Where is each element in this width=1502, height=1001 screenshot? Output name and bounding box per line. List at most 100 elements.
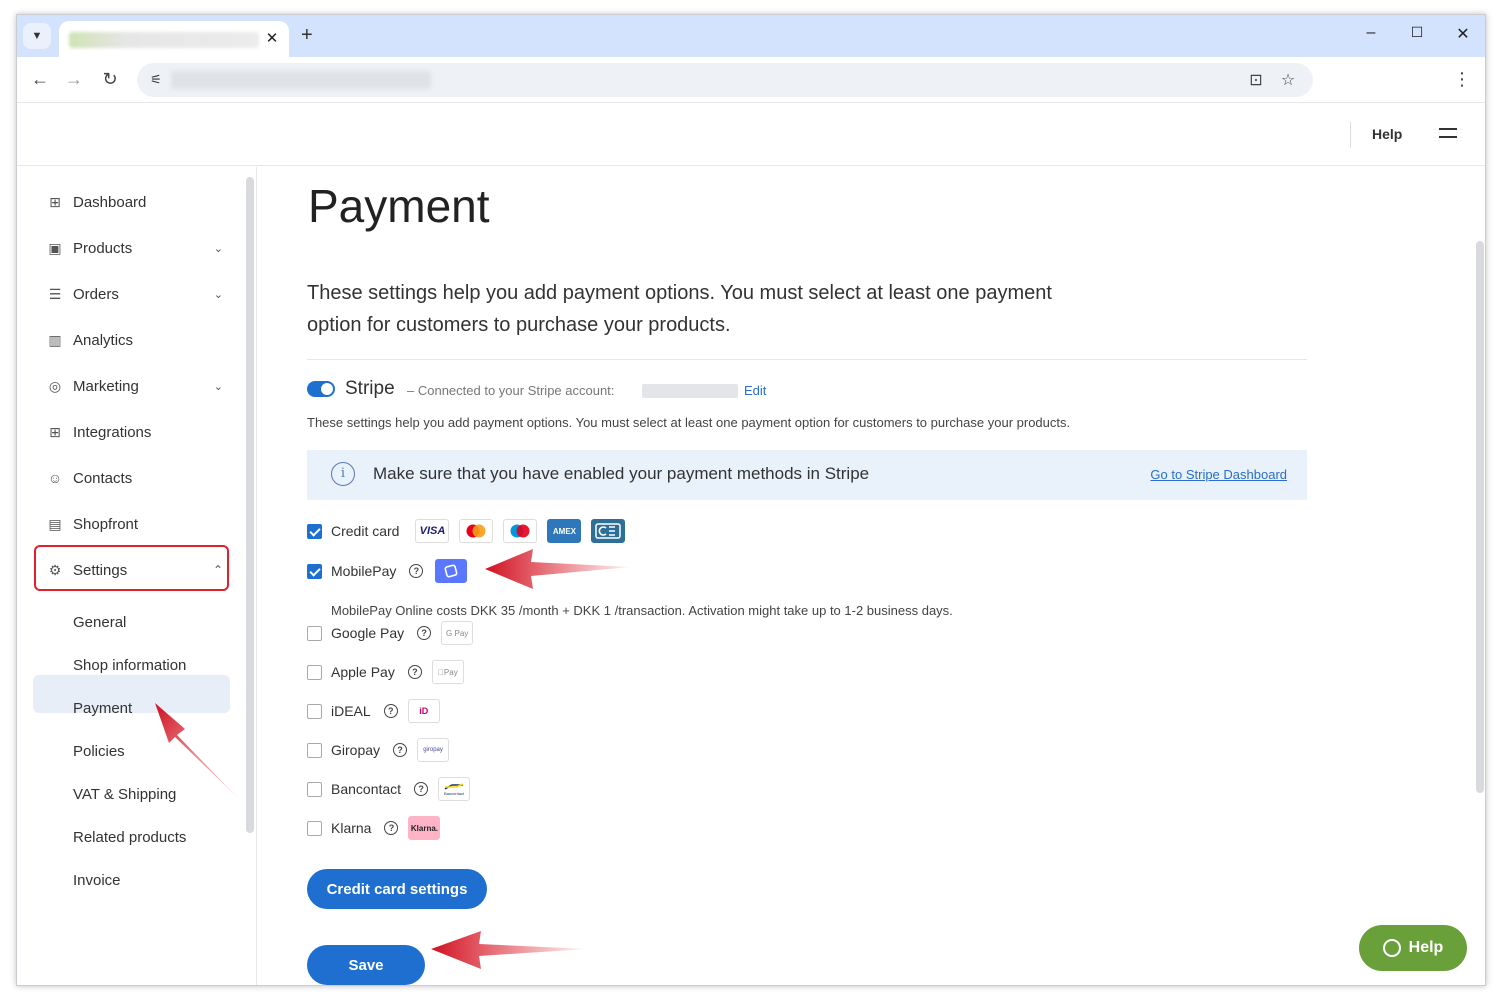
- help-question-icon[interactable]: ?: [417, 626, 432, 640]
- help-question-icon[interactable]: ?: [407, 665, 422, 679]
- close-window-button[interactable]: ✕: [1453, 24, 1473, 44]
- site-settings-icon[interactable]: ⚟: [145, 70, 167, 90]
- sidebar-item-products[interactable]: ▣ Products ⌄: [47, 229, 223, 267]
- apple-pay-checkbox[interactable]: [307, 664, 322, 680]
- chevron-down-icon[interactable]: ⌄: [214, 288, 223, 301]
- floating-help-button[interactable]: Help: [1359, 925, 1467, 971]
- credit-card-checkbox[interactable]: [307, 523, 322, 539]
- reload-icon[interactable]: ↻: [99, 69, 121, 90]
- payment-method-apple-pay: Apple Pay ? Pay: [307, 660, 464, 684]
- products-icon: ▣: [48, 239, 62, 256]
- browser-tab[interactable]: ✕: [59, 21, 289, 57]
- sidebar-item-shopfront[interactable]: ▤ Shopfront: [47, 505, 217, 543]
- stripe-connected-text: – Connected to your Stripe account:: [407, 383, 615, 398]
- mobilepay-note: MobilePay Online costs DKK 35 /month + D…: [331, 603, 953, 618]
- payment-method-label: MobilePay: [331, 563, 397, 579]
- tab-title-redacted: [69, 32, 259, 48]
- minimize-button[interactable]: –: [1361, 24, 1381, 42]
- sidebar-item-integrations[interactable]: ⊞ Integrations: [47, 413, 217, 451]
- help-question-icon[interactable]: ?: [384, 821, 399, 835]
- address-bar[interactable]: ⚟ ⊡ ☆: [137, 63, 1313, 97]
- help-question-icon[interactable]: ?: [409, 564, 424, 578]
- mastercard-logo-icon: [459, 519, 494, 543]
- credit-card-settings-button[interactable]: Credit card settings: [307, 869, 487, 909]
- chevron-down-icon[interactable]: ⌄: [214, 242, 223, 255]
- payment-method-giropay: Giropay ? giropay: [307, 738, 450, 762]
- ideal-logo-icon: iD: [407, 699, 440, 723]
- header-help-link[interactable]: Help: [1372, 126, 1402, 142]
- sidebar-scrollbar[interactable]: [246, 177, 254, 833]
- sidebar-sub-general[interactable]: General: [73, 614, 126, 631]
- sidebar-item-label: Orders: [73, 285, 119, 303]
- maestro-logo-icon: [503, 519, 538, 543]
- new-tab-button[interactable]: +: [301, 24, 313, 47]
- sidebar-item-settings[interactable]: ⚙ Settings ⌃: [47, 551, 223, 589]
- mobilepay-checkbox[interactable]: [307, 563, 322, 579]
- maximize-button[interactable]: ☐: [1407, 24, 1427, 41]
- sidebar-item-label: Contacts: [73, 469, 133, 487]
- help-question-icon[interactable]: ?: [414, 782, 429, 796]
- stripe-edit-link[interactable]: Edit: [744, 383, 766, 398]
- payment-method-label: Google Pay: [331, 625, 405, 641]
- payment-method-label: Apple Pay: [331, 664, 395, 680]
- google-pay-logo-icon: G Pay: [441, 621, 474, 645]
- main-content: Payment These settings help you add paym…: [258, 167, 1485, 985]
- payment-method-credit-card: Credit card VISA AMEX: [307, 519, 626, 543]
- chevron-down-icon: ▼: [31, 30, 43, 42]
- apple-pay-logo-icon: Pay: [431, 660, 464, 684]
- cb-logo-icon: [591, 519, 626, 543]
- sidebar-item-label: Integrations: [73, 423, 152, 441]
- shopfront-icon: ▤: [48, 515, 62, 532]
- help-question-icon[interactable]: ?: [393, 743, 408, 757]
- header-divider: [1350, 122, 1351, 148]
- sidebar-item-orders[interactable]: ☰ Orders ⌄: [47, 275, 223, 313]
- stripe-account-redacted: [642, 384, 738, 398]
- sidebar-sub-policies[interactable]: Policies: [73, 743, 125, 760]
- ideal-checkbox[interactable]: [307, 703, 322, 719]
- payment-method-label: Bancontact: [331, 781, 402, 797]
- main-scrollbar[interactable]: [1476, 241, 1484, 793]
- sidebar-item-label: Settings: [73, 561, 128, 579]
- chevron-up-icon[interactable]: ⌃: [213, 563, 223, 577]
- save-button[interactable]: Save: [307, 945, 425, 985]
- sidebar-item-analytics[interactable]: ▥ Analytics: [47, 321, 217, 359]
- klarna-checkbox[interactable]: [307, 820, 322, 836]
- bancontact-checkbox[interactable]: [307, 781, 322, 797]
- translate-icon[interactable]: ⊡: [1245, 70, 1267, 90]
- sidebar-item-label: Dashboard: [73, 193, 147, 211]
- giropay-checkbox[interactable]: [307, 742, 322, 758]
- sidebar-item-marketing[interactable]: ◎ Marketing ⌄: [47, 367, 223, 405]
- integrations-icon: ⊞: [49, 423, 61, 440]
- info-text: Make sure that you have enabled your pay…: [373, 464, 870, 483]
- sidebar-item-contacts[interactable]: ☺ Contacts: [47, 459, 217, 497]
- stripe-dashboard-link[interactable]: Go to Stripe Dashboard: [1150, 467, 1287, 482]
- hamburger-menu-icon[interactable]: [1439, 128, 1457, 144]
- sidebar-sub-payment[interactable]: Payment: [73, 700, 132, 717]
- sidebar-sub-invoice[interactable]: Invoice: [73, 872, 121, 889]
- stripe-name: Stripe: [345, 378, 395, 399]
- klarna-logo-icon: Klarna.: [408, 816, 441, 840]
- tab-search-button[interactable]: ▼: [23, 23, 51, 49]
- google-pay-checkbox[interactable]: [307, 625, 322, 641]
- floating-help-label: Help: [1408, 939, 1444, 956]
- intro-text: These settings help you add payment opti…: [307, 282, 1052, 336]
- back-icon[interactable]: ←: [29, 69, 51, 90]
- divider: [307, 359, 1307, 360]
- info-icon: i: [331, 462, 355, 486]
- tab-close-button[interactable]: ✕: [263, 29, 281, 47]
- sidebar-sub-vat-shipping[interactable]: VAT & Shipping: [73, 786, 176, 803]
- forward-icon[interactable]: →: [63, 69, 85, 90]
- chevron-down-icon[interactable]: ⌄: [214, 380, 223, 393]
- page-title: Payment: [308, 180, 490, 232]
- stripe-toggle[interactable]: [307, 381, 335, 397]
- sidebar-sub-shop-information[interactable]: Shop information: [73, 657, 186, 674]
- payment-method-bancontact: Bancontact ? Bancontact: [307, 777, 471, 801]
- sidebar-sub-related-products[interactable]: Related products: [73, 829, 186, 846]
- help-question-icon[interactable]: ?: [383, 704, 398, 718]
- payment-method-label: Credit card: [331, 523, 400, 539]
- amex-logo-icon: AMEX: [547, 519, 582, 543]
- bookmark-star-icon[interactable]: ☆: [1277, 70, 1299, 90]
- browser-menu-icon[interactable]: ⋮: [1453, 69, 1471, 90]
- payment-method-mobilepay: MobilePay ?: [307, 559, 468, 583]
- sidebar-item-dashboard[interactable]: ⊞ Dashboard: [47, 183, 217, 221]
